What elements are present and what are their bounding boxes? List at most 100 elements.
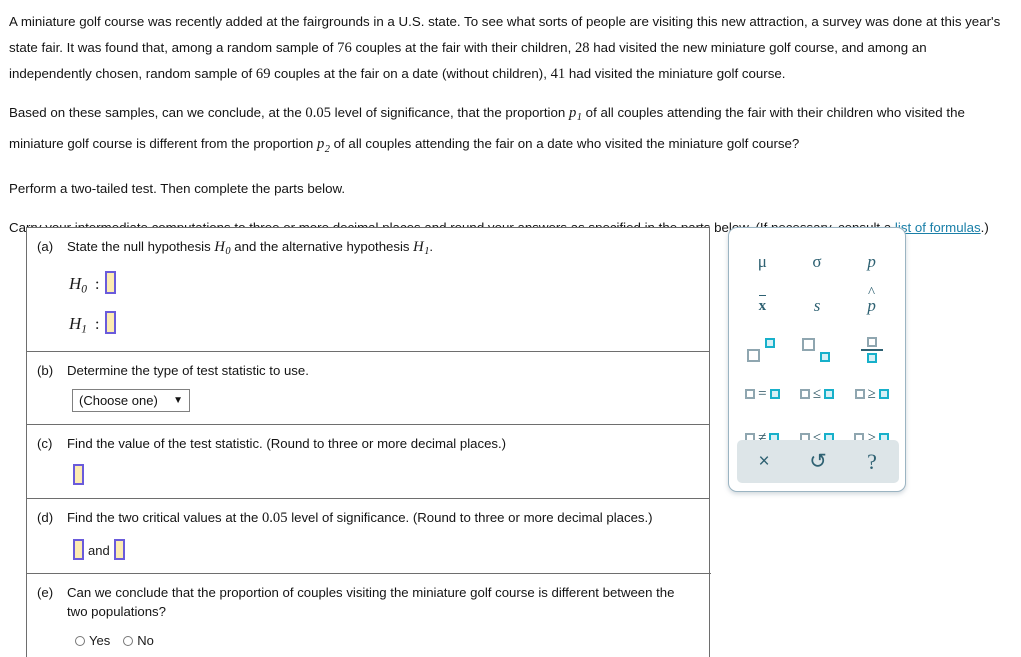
part-c-label: (c) <box>37 436 53 452</box>
part-d-text: Find the two critical values at the 0.05… <box>67 510 653 527</box>
palette-sigma-button[interactable]: σ <box>790 240 845 284</box>
part-d-answer: and <box>73 539 701 561</box>
part-b-text: Determine the type of test statistic to … <box>67 363 309 379</box>
critical-value-upper-input[interactable] <box>113 539 125 561</box>
paragraph-2-text-b: level of significance, that the proporti… <box>330 105 569 120</box>
answer-panel: (a) State the null hypothesis H0 and the… <box>26 227 711 657</box>
part-a-question: (a) State the null hypothesis H0 and the… <box>37 237 699 261</box>
radio-no-label: No <box>137 633 154 649</box>
null-hypothesis-line: H0: <box>69 271 699 300</box>
palette-s-button[interactable]: s <box>790 284 845 328</box>
problem-statement: A miniature golf course was recently add… <box>0 0 1021 241</box>
equals-icon: = <box>745 386 780 403</box>
paragraph-1-text-b: couples at the fair with their children, <box>351 40 575 55</box>
palette-row-structures <box>735 328 899 372</box>
problem-paragraph-3: Perform a two-tailed test. Then complete… <box>9 180 346 196</box>
paragraph-2-text-a: Based on these samples, can we conclude,… <box>9 105 306 120</box>
s-icon: s <box>813 296 821 315</box>
radio-no-icon <box>123 635 134 646</box>
p2-symbol: p2 <box>316 136 330 155</box>
undo-icon[interactable]: ↺ <box>791 451 845 472</box>
help-icon[interactable]: ? <box>845 450 899 473</box>
part-a-text: State the null hypothesis H0 and the alt… <box>67 239 434 258</box>
chevron-down-icon: ▼ <box>173 395 183 407</box>
part-c-answer <box>73 464 699 486</box>
part-e-options: Yes No <box>75 633 699 648</box>
paragraph-2-text-d: of all couples attending the fair on a d… <box>329 136 800 152</box>
critical-value-lower-input[interactable] <box>73 539 84 561</box>
h0-symbol-inline: H0 <box>214 239 231 258</box>
radio-yes-label: Yes <box>89 633 111 649</box>
palette-superscript-button[interactable] <box>735 328 790 372</box>
palette-less-equal-button[interactable]: ≤ <box>790 372 845 416</box>
part-d-label: (d) <box>37 510 54 526</box>
less-than-or-equal-icon: ≤ <box>799 386 835 403</box>
palette-p-button[interactable]: p <box>844 240 899 284</box>
palette-grid: μ σ p x s p <box>729 228 905 460</box>
p-hat-icon: p <box>867 296 876 316</box>
palette-equals-button[interactable]: = <box>735 372 790 416</box>
p1-symbol: p1 <box>568 105 582 124</box>
h1-symbol: H1 <box>69 313 88 336</box>
paragraph-1-text-d: couples at the fair on a date (without c… <box>270 66 551 81</box>
problem-paragraph-2: Based on these samples, can we conclude,… <box>9 100 1009 163</box>
superscript-box-icon <box>747 338 777 362</box>
part-b-label: (b) <box>37 363 54 379</box>
mu-icon: μ <box>757 252 767 271</box>
p-icon: p <box>867 252 876 271</box>
sigma-icon: σ <box>812 252 822 271</box>
test-statistic-select[interactable]: (Choose one) ▼ <box>72 389 190 413</box>
palette-row-statistics: x s p <box>735 284 899 328</box>
part-d-question: (d) Find the two critical values at the … <box>37 508 701 528</box>
palette-xbar-button[interactable]: x <box>735 284 790 328</box>
significance-level: 0.05 <box>305 105 331 121</box>
alternative-hypothesis-line: H1: <box>69 310 699 340</box>
problem-page: A miniature golf course was recently add… <box>0 0 1021 657</box>
sample1-size: 76 <box>337 40 352 56</box>
h0-symbol: H0 <box>69 274 88 296</box>
clear-icon[interactable]: × <box>737 452 791 471</box>
palette-mu-button[interactable]: μ <box>735 240 790 284</box>
palette-toolbar: × ↺ ? <box>737 440 899 483</box>
palette-phat-button[interactable]: p <box>844 284 899 328</box>
h1-colon: : <box>95 315 100 333</box>
part-c-text: Find the value of the test statistic. (R… <box>67 436 507 452</box>
palette-greater-equal-button[interactable]: ≥ <box>844 372 899 416</box>
critical-values-and-label: and <box>88 543 110 559</box>
part-d-row: (d) Find the two critical values at the … <box>27 499 711 575</box>
paragraph-4-text-b: .) <box>980 219 989 235</box>
paragraph-1-text-e: had visited the miniature golf course. <box>565 66 786 81</box>
radio-option-yes[interactable]: Yes <box>75 633 110 648</box>
sample2-successes: 41 <box>550 66 566 82</box>
palette-row-relations-1: = ≤ ≥ <box>735 372 899 416</box>
sample1-successes: 28 <box>574 40 590 56</box>
test-statistic-select-value: (Choose one) <box>79 393 158 409</box>
symbol-palette: μ σ p x s p <box>728 227 906 492</box>
sample2-size: 69 <box>255 66 271 82</box>
part-b-question: (b) Determine the type of test statistic… <box>37 361 699 380</box>
part-e-label: (e) <box>37 585 54 601</box>
radio-option-no[interactable]: No <box>123 633 154 648</box>
part-c-row: (c) Find the value of the test statistic… <box>27 425 709 500</box>
palette-fraction-button[interactable] <box>844 328 899 372</box>
radio-yes-icon <box>75 635 85 646</box>
part-a-label: (a) <box>37 239 54 254</box>
list-of-formulas-link[interactable]: list of formulas <box>895 220 981 235</box>
part-e-row: (e) Can we conclude that the proportion … <box>27 574 709 657</box>
h0-input[interactable] <box>105 271 117 295</box>
subscript-box-icon <box>802 338 832 362</box>
part-d-alpha: 0.05 <box>261 510 288 527</box>
x-bar-icon: x <box>758 294 767 314</box>
problem-paragraph-1: A miniature golf course was recently add… <box>9 9 1009 87</box>
greater-than-or-equal-icon: ≥ <box>854 386 889 403</box>
h1-input[interactable] <box>105 310 117 334</box>
part-a-row: (a) State the null hypothesis H0 and the… <box>27 228 709 353</box>
part-e-question: (e) Can we conclude that the proportion … <box>37 583 699 621</box>
palette-row-greek: μ σ p <box>735 240 899 284</box>
h0-colon: : <box>95 276 100 294</box>
part-c-question: (c) Find the value of the test statistic… <box>37 434 699 453</box>
fraction-box-icon <box>860 337 883 363</box>
part-b-row: (b) Determine the type of test statistic… <box>27 352 709 426</box>
palette-subscript-button[interactable] <box>790 328 845 372</box>
test-statistic-input[interactable] <box>73 464 84 486</box>
